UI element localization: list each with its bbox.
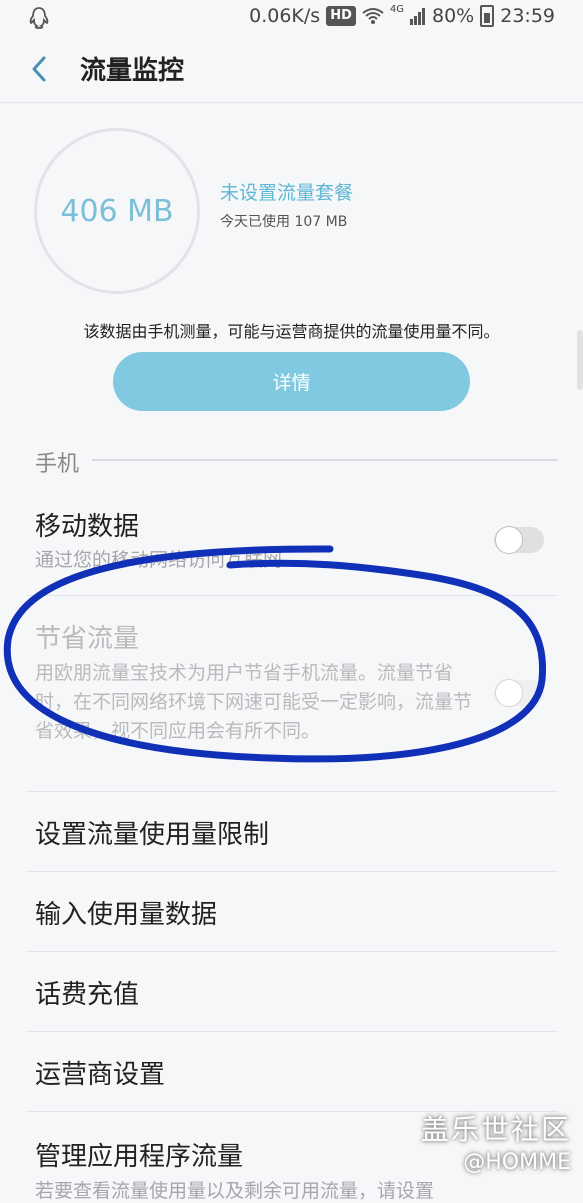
menu-item-carrier-settings[interactable]: 运营商设置 [0,1032,583,1112]
status-indicators: 0.06K/s HD 4G 80% 23:59 [249,3,555,27]
menu-item-set-limit[interactable]: 设置流量使用量限制 [0,792,583,872]
menu-item-label: 管理应用程序流量 [35,1142,244,1172]
menu-item-recharge[interactable]: 话费充值 [0,952,583,1032]
toggle-knob [495,679,523,707]
mobile-data-subtitle: 通过您的移动网络访问互联网 [35,549,283,571]
battery-icon [480,5,495,27]
total-usage: 406 MB [60,193,174,229]
page-title: 流量监控 [80,56,185,86]
menu-item-input-usage[interactable]: 输入使用量数据 [0,872,583,952]
today-usage: 今天已使用 107 MB [220,214,348,230]
mobile-data-title[interactable]: 移动数据 [35,506,139,543]
menu-item-label: 运营商设置 [35,1060,166,1090]
section-header-phone: 手机 [35,452,80,477]
hd-badge: HD [326,6,356,26]
watermark-community: 盖乐世社区 [420,1113,571,1146]
watermark-user: @HOMME [463,1150,571,1175]
toggle-knob [495,526,523,554]
details-button[interactable]: 详情 [113,352,470,411]
menu-item-subtitle: 若要查看流量使用量以及剩余可用流量，请设置 [35,1180,435,1202]
wifi-icon [362,8,384,24]
network-type: 4G [389,3,404,15]
qq-icon [29,7,49,29]
network-speed: 0.06K/s [249,5,321,27]
data-saver-subtitle: 用欧朋流量宝技术为用户节省手机流量。流量节省时，在不同网络环境下网速可能受一定影… [35,662,473,742]
set-plan-link[interactable]: 未设置流量套餐 [220,178,353,205]
back-arrow-icon[interactable] [24,52,56,86]
battery-percent: 80% [432,5,475,27]
clock: 23:59 [500,5,555,27]
menu-item-label: 设置流量使用量限制 [35,820,270,850]
divider [26,595,558,596]
menu-item-label: 话费充值 [35,980,140,1010]
status-bar: 0.06K/s HD 4G 80% 23:59 [0,0,583,36]
menu-item-label: 输入使用量数据 [35,900,218,930]
signal-icon [410,8,425,25]
data-saver-toggle [494,679,544,707]
measurement-disclaimer: 该数据由手机测量，可能与运营商提供的流量使用量不同。 [83,322,500,341]
scroll-indicator [577,330,583,390]
data-saver-title: 节省流量 [35,624,140,654]
app-header: 流量监控 [0,36,583,103]
mobile-data-toggle[interactable] [494,526,544,554]
section-divider [92,459,558,461]
usage-circle: 406 MB [34,128,200,294]
